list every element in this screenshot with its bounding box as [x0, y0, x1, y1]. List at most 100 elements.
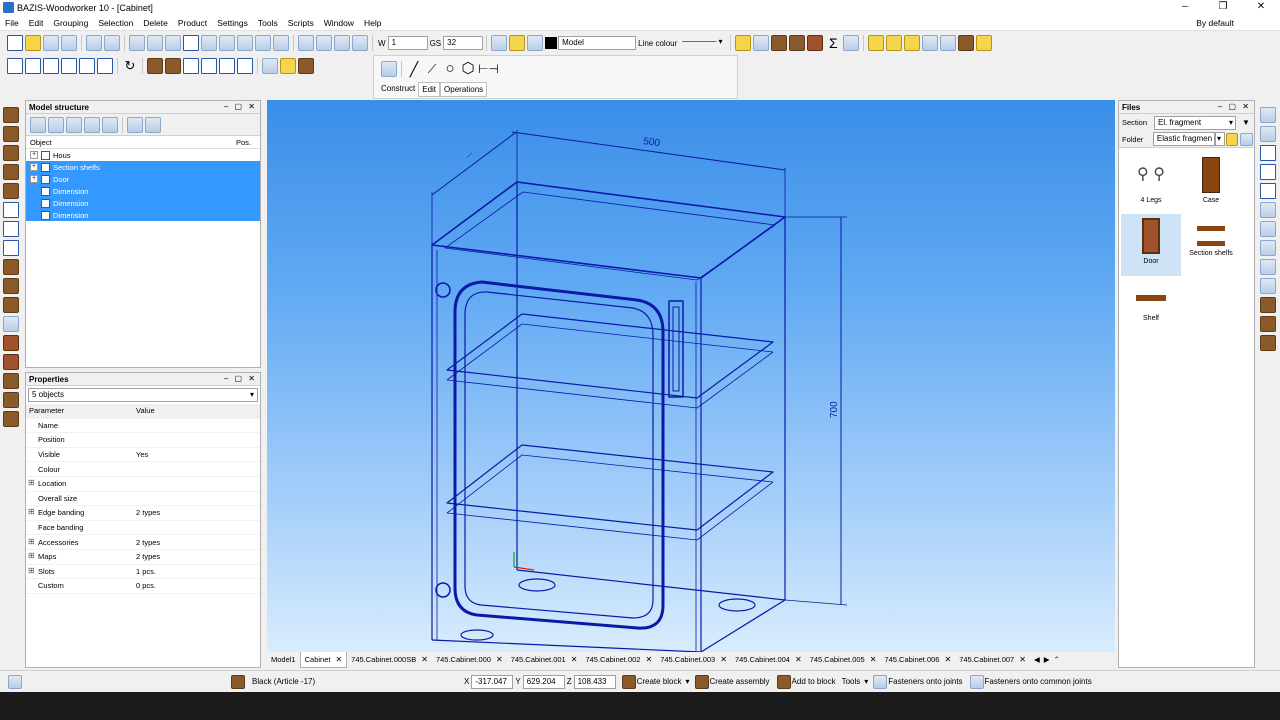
zoom-icon[interactable]: [334, 35, 350, 51]
magnet-icon[interactable]: [183, 35, 199, 51]
folder-icon[interactable]: [735, 35, 752, 51]
new-file-icon[interactable]: [7, 35, 23, 51]
line-snap-icon[interactable]: [201, 35, 217, 51]
tree-item-door[interactable]: + Door: [26, 173, 260, 185]
menu-tools[interactable]: Tools: [253, 18, 283, 28]
line-tool-icon[interactable]: ╱: [406, 61, 422, 77]
close-tab-icon[interactable]: ✕: [496, 652, 503, 668]
edge-icon[interactable]: [3, 297, 19, 313]
minimize-button[interactable]: –: [1166, 0, 1204, 14]
property-row[interactable]: Slots1 pcs.: [26, 565, 260, 580]
frontal-panel-icon[interactable]: [3, 164, 19, 180]
create-assembly-button[interactable]: Create assembly: [710, 677, 770, 686]
fastener-icon[interactable]: [3, 316, 19, 332]
transparent-icon[interactable]: [201, 58, 217, 74]
cube-icon[interactable]: [1260, 259, 1276, 275]
zoom-window-icon[interactable]: [298, 35, 314, 51]
folder-dropdown[interactable]: Elastic fragmen: [1152, 132, 1215, 146]
polyline-tool-icon[interactable]: ⟋: [424, 61, 440, 77]
pan-icon[interactable]: [237, 35, 253, 51]
wireframe-icon[interactable]: [183, 58, 199, 74]
selection-dropdown[interactable]: 5 objects ▾: [28, 388, 258, 402]
tab-document[interactable]: 745.Cabinet.001 ✕: [507, 652, 582, 668]
lock-icon[interactable]: [527, 35, 544, 51]
property-row[interactable]: Custom 0 pcs.: [26, 579, 260, 594]
export-icon[interactable]: [1260, 126, 1276, 142]
menu-help[interactable]: Help: [359, 18, 386, 28]
cone-icon[interactable]: [3, 354, 19, 370]
list-view-icon[interactable]: [922, 35, 939, 51]
tab-document[interactable]: 745.Cabinet.002 ✕: [581, 652, 656, 668]
ruler-remove-icon[interactable]: [1260, 183, 1276, 199]
menu-grouping[interactable]: Grouping: [48, 18, 93, 28]
sections-icon[interactable]: [237, 58, 253, 74]
property-row[interactable]: Colour: [26, 462, 260, 477]
pencil-icon[interactable]: [219, 35, 235, 51]
file-item-section-shelfs[interactable]: Section shelfs: [1181, 214, 1241, 276]
dimension-tool-icon[interactable]: ⊢⊣: [478, 61, 499, 77]
cabinet-icon[interactable]: [958, 35, 975, 51]
create-block-icon[interactable]: [621, 674, 636, 689]
tree-link-icon[interactable]: [84, 116, 100, 133]
band-remove-icon[interactable]: [1260, 240, 1276, 256]
close-tab-icon[interactable]: ✕: [571, 652, 578, 668]
file-item-4-legs[interactable]: ⚲ ⚲ 4 Legs: [1121, 153, 1181, 215]
fasteners-onto-common-joints-button[interactable]: Fasteners onto common joints: [985, 677, 1092, 686]
facade-icon[interactable]: [3, 411, 19, 427]
3d-viewport[interactable]: 500 700 ...: [267, 100, 1115, 653]
property-row[interactable]: Maps2 types: [26, 550, 260, 565]
tab-model1[interactable]: Model1: [267, 652, 300, 668]
polygon-tool-icon[interactable]: ⬡: [460, 61, 476, 77]
view-preset-dropdown[interactable]: By default: [1196, 18, 1234, 28]
ruler-add-icon[interactable]: [1260, 164, 1276, 180]
vertical-dimension-icon[interactable]: [3, 221, 19, 237]
tab-document[interactable]: 745.Cabinet.005 ✕: [806, 652, 881, 668]
grid-snap-icon[interactable]: [147, 35, 163, 51]
render-icon[interactable]: [262, 58, 278, 74]
file-item-door[interactable]: Door: [1121, 214, 1181, 276]
property-row[interactable]: Position: [26, 433, 260, 448]
magnifier-icon[interactable]: [940, 35, 957, 51]
section-dropdown[interactable]: El. fragment ▾: [1154, 115, 1236, 130]
select-icon[interactable]: [255, 35, 271, 51]
shaded-icon[interactable]: [147, 58, 163, 74]
help-icon[interactable]: [8, 674, 22, 689]
scissors-icon[interactable]: [753, 35, 770, 51]
print-icon[interactable]: [61, 35, 77, 51]
close-tab-icon[interactable]: ✕: [335, 652, 342, 668]
folder-settings-icon[interactable]: [1240, 132, 1253, 146]
dock-icon[interactable]: [1260, 107, 1276, 123]
box-icon[interactable]: [807, 35, 824, 51]
open-folder-icon[interactable]: [25, 35, 41, 51]
hidden-lines-icon[interactable]: [219, 58, 235, 74]
band-add-icon[interactable]: [1260, 221, 1276, 237]
circle-tool-icon[interactable]: ○: [442, 61, 458, 77]
dimension-icon[interactable]: [3, 202, 19, 218]
arc-profile-icon[interactable]: [3, 278, 19, 294]
y-coordinate[interactable]: 629.204: [522, 674, 565, 689]
property-row[interactable]: Overall size: [26, 492, 260, 507]
cabinet-drawing[interactable]: 500 700 ...: [267, 100, 1115, 653]
add-to-block-icon[interactable]: [776, 674, 791, 689]
hardware-add-icon[interactable]: [1260, 316, 1276, 332]
property-row[interactable]: Visible Yes: [26, 448, 260, 463]
sphere-icon[interactable]: [3, 335, 19, 351]
line-width-select[interactable]: 1: [387, 36, 428, 50]
restore-button[interactable]: ❐: [1204, 0, 1242, 14]
property-row[interactable]: Location: [26, 477, 260, 492]
tree-item-section-shelfs[interactable]: + Section shelfs: [26, 161, 260, 173]
rotate-view-icon[interactable]: [273, 35, 289, 51]
panel-controls[interactable]: – ▢ ✕: [224, 374, 257, 383]
menu-edit[interactable]: Edit: [24, 18, 49, 28]
column-pos[interactable]: Pos.: [236, 138, 251, 147]
tree-visibility-icon[interactable]: [145, 116, 161, 133]
property-row[interactable]: Face banding: [26, 521, 260, 536]
refresh-icon[interactable]: ↻: [122, 58, 138, 74]
menu-delete[interactable]: Delete: [138, 18, 173, 28]
tree-item-dimension[interactable]: Dimension: [26, 197, 260, 209]
folder-up-icon[interactable]: [1225, 132, 1239, 146]
close-tab-icon[interactable]: ✕: [795, 652, 802, 668]
view-back-icon[interactable]: [97, 58, 113, 74]
view-front-icon[interactable]: [7, 58, 23, 74]
tree-item-dimension[interactable]: Dimension: [26, 185, 260, 197]
